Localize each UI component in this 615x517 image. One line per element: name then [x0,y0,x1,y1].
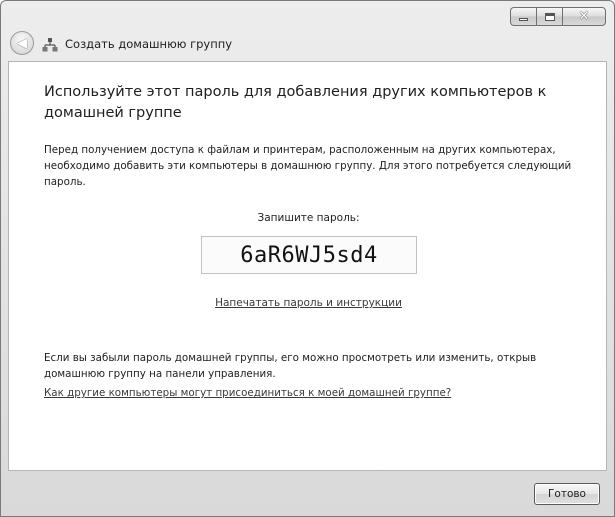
password-display: 6aR6WJ5sd4 [201,236,417,274]
close-icon: ✕ [578,9,590,24]
back-arrow-icon: ◀ [17,35,27,51]
print-password-link[interactable]: Напечатать пароль и инструкции [9,297,608,309]
main-heading: Используйте этот пароль для добавления д… [44,84,547,121]
password-label: Запишите пароль: [257,212,360,224]
wizard-header: ◀ Создать домашнюю группу [1,29,614,59]
close-button[interactable]: ✕ [562,7,606,26]
wizard-footer: Готово [1,472,614,516]
description-text: Перед получением доступа к файлам и прин… [44,144,572,188]
minimize-button[interactable] [510,7,536,26]
done-button[interactable]: Готово [534,483,600,505]
homegroup-network-icon [42,38,58,52]
back-button[interactable]: ◀ [10,31,34,55]
homegroup-wizard-window: ✕ ◀ Создать домашнюю группу Используйте … [0,0,615,517]
caption-buttons: ✕ [510,7,606,26]
minimize-icon [519,18,528,21]
maximize-icon [544,12,555,21]
maximize-button[interactable] [536,7,562,26]
help-join-link[interactable]: Как другие компьютеры могут присоединить… [44,387,451,399]
content-panel: Используйте этот пароль для добавления д… [8,61,607,471]
forgot-password-text: Если вы забыли пароль домашней группы, е… [44,352,537,380]
window-title: Создать домашнюю группу [65,37,233,51]
